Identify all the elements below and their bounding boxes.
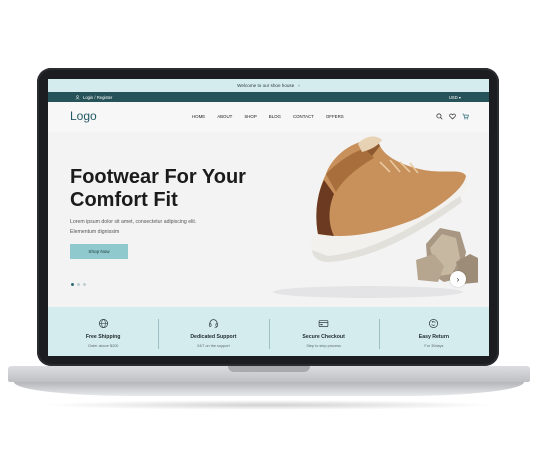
hero-shoe-image [273,136,478,298]
user-icon [75,94,80,100]
feature-title: Easy Return [418,334,450,340]
laptop-base-notch [228,366,310,372]
return-icon [429,319,439,328]
nav-item-blog[interactable]: BLOG [269,114,281,119]
slider-dot-2[interactable] [77,283,80,286]
site-logo[interactable]: Logo [70,109,97,123]
nav-menu: HOME ABOUT SHOP BLOG CONTACT OFFERS [192,114,344,119]
credit-card-icon [318,320,329,327]
slider-dots [71,283,86,286]
laptop-shadow [40,400,498,410]
nav-icons [436,113,469,120]
feature-secure-checkout: Secure Checkout Step to step process [268,307,379,356]
feature-subtitle: Step to step process [306,344,341,348]
slider-dot-1[interactable] [71,283,74,286]
main-nav: Logo HOME ABOUT SHOP BLOG CONTACT OFFERS [48,102,489,132]
feature-title: Free Shipping [85,334,121,340]
hero-subtitle-line2: Elementum dignissim [70,229,120,235]
feature-subtitle: 24/7 on the support [197,344,230,348]
feature-free-shipping: Free Shipping Order above $200 [48,307,158,356]
feature-title: Dedicated Support [190,334,237,340]
feature-dedicated-support: Dedicated Support 24/7 on the support [158,307,268,356]
laptop-base [8,366,530,400]
nav-item-shop[interactable]: SHOP [244,114,256,119]
search-icon[interactable] [436,113,443,120]
feature-subtitle: Order above $200 [87,344,119,348]
heart-icon[interactable] [449,113,456,120]
feature-title: Secure Checkout [302,334,345,340]
headset-icon [208,319,218,329]
feature-easy-return: Easy Return For 30days [378,307,489,356]
nav-item-about[interactable]: ABOUT [217,114,232,119]
hero-subtitle-line1: Lorem ipsum dolor sit amet, consectetur … [70,219,197,225]
features-bar: Free Shipping Order above $200 Dedicated… [48,307,489,356]
nav-item-contact[interactable]: CONTACT [293,114,314,119]
feature-subtitle: For 30days [424,344,444,348]
hero-banner: Footwear For Your Comfort Fit Lorem ipsu… [48,132,489,307]
currency-select[interactable]: USD ▾ [449,95,461,100]
nav-item-home[interactable]: HOME [192,114,205,119]
shop-now-button[interactable]: Shop Now [70,244,128,259]
announcement-text: Welcome to our shoe house [237,83,295,88]
announcement-bar[interactable]: Welcome to our shoe house › [48,79,489,92]
slider-dot-3[interactable] [83,283,86,286]
hero-subtitle: Lorem ipsum dolor sit amet, consectetur … [70,217,240,237]
globe-shipping-icon [98,319,108,328]
cart-icon[interactable] [462,113,469,120]
login-register-label: Login / Register [83,94,113,100]
laptop-mockup: Welcome to our shoe house › Login / Regi… [0,0,538,470]
announcement-arrow-icon[interactable]: › [298,83,300,88]
nav-item-offers[interactable]: OFFERS [326,114,344,119]
top-bar: Login / Register USD ▾ [48,92,489,102]
login-register-link[interactable]: Login / Register [75,95,112,100]
slider-next-button[interactable]: › [450,271,466,287]
laptop-base-bottom [14,382,524,396]
laptop-screen: Welcome to our shoe house › Login / Regi… [48,79,489,356]
